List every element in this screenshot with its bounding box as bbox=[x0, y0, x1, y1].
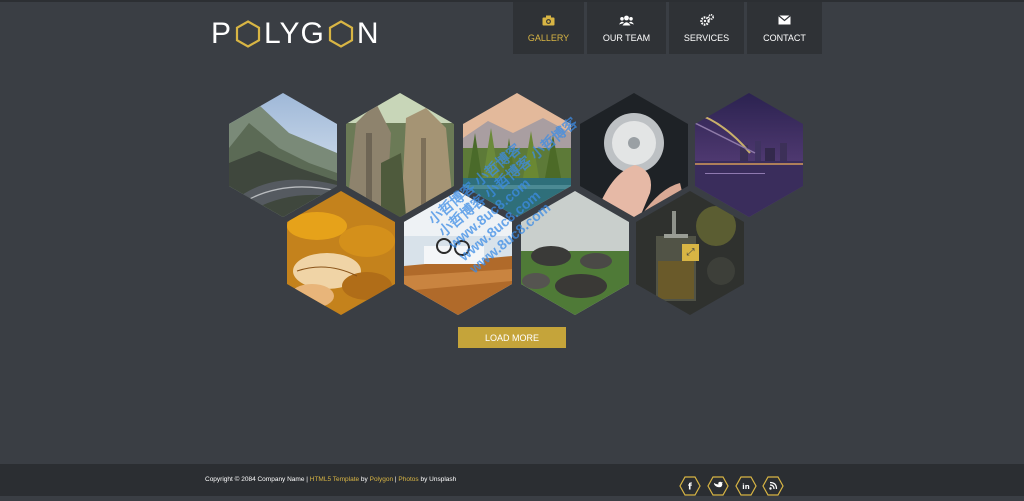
gallery-item-rocks-grass[interactable] bbox=[521, 191, 629, 315]
photos-link[interactable]: Photos bbox=[398, 476, 418, 483]
gallery-item-rock-cliffs[interactable] bbox=[346, 93, 454, 217]
nav-contact[interactable]: CONTACT bbox=[747, 2, 822, 54]
gallery-item-autumn-leaves[interactable] bbox=[287, 191, 395, 315]
logo-letters-3: N bbox=[356, 17, 380, 50]
nav-contact-label: CONTACT bbox=[763, 33, 806, 43]
facebook-icon[interactable]: f bbox=[679, 476, 701, 496]
linkedin-icon[interactable]: in bbox=[735, 476, 757, 496]
hexagon-o-icon bbox=[235, 20, 261, 48]
users-icon bbox=[619, 13, 634, 27]
gallery-item-mountain-road[interactable] bbox=[229, 93, 337, 217]
logo[interactable]: P LYG N bbox=[211, 17, 380, 51]
nav-our-team-label: OUR TEAM bbox=[602, 33, 651, 43]
expand-icon[interactable]: ⤢ bbox=[682, 244, 699, 261]
polygon-link[interactable]: Polygon bbox=[370, 476, 394, 483]
html5-template-link[interactable]: HTML5 Template bbox=[310, 476, 359, 483]
footer bbox=[0, 464, 1024, 496]
photos-by-unsplash: by Unsplash bbox=[418, 476, 457, 483]
top-border bbox=[0, 0, 1024, 2]
logo-letters-1: P bbox=[211, 17, 233, 50]
nav-our-team[interactable]: OUR TEAM bbox=[587, 2, 666, 54]
gallery-item-lake-forest[interactable] bbox=[463, 93, 571, 217]
rss-icon[interactable] bbox=[762, 476, 784, 496]
envelope-icon bbox=[778, 13, 791, 27]
copyright-by: by bbox=[359, 476, 370, 483]
twitter-icon[interactable] bbox=[707, 476, 729, 496]
nav-gallery[interactable]: GALLERY bbox=[513, 2, 584, 54]
gallery-item-city-bridge[interactable] bbox=[695, 93, 803, 217]
copyright-text: Copyright © 2084 Company Name | HTML5 Te… bbox=[205, 476, 456, 483]
nav-services-label: SERVICES bbox=[683, 33, 730, 43]
svg-text:f: f bbox=[688, 483, 692, 493]
load-more-button[interactable]: LOAD MORE bbox=[458, 327, 566, 348]
logo-letters-2: LYG bbox=[264, 17, 325, 50]
camera-icon bbox=[542, 13, 555, 27]
gallery-item-glasses-desk[interactable] bbox=[404, 191, 512, 315]
nav-services[interactable]: SERVICES bbox=[669, 2, 744, 54]
main-nav: GALLERY OUR TEAM SERVICES CONTACT bbox=[513, 2, 825, 54]
gears-icon bbox=[699, 13, 714, 27]
gallery-item-dandelion[interactable] bbox=[580, 93, 688, 217]
copyright-prefix: Copyright © 2084 Company Name | bbox=[205, 476, 310, 483]
svg-text:in: in bbox=[742, 483, 749, 491]
nav-gallery-label: GALLERY bbox=[527, 33, 570, 43]
hexagon-o-icon bbox=[328, 20, 354, 48]
